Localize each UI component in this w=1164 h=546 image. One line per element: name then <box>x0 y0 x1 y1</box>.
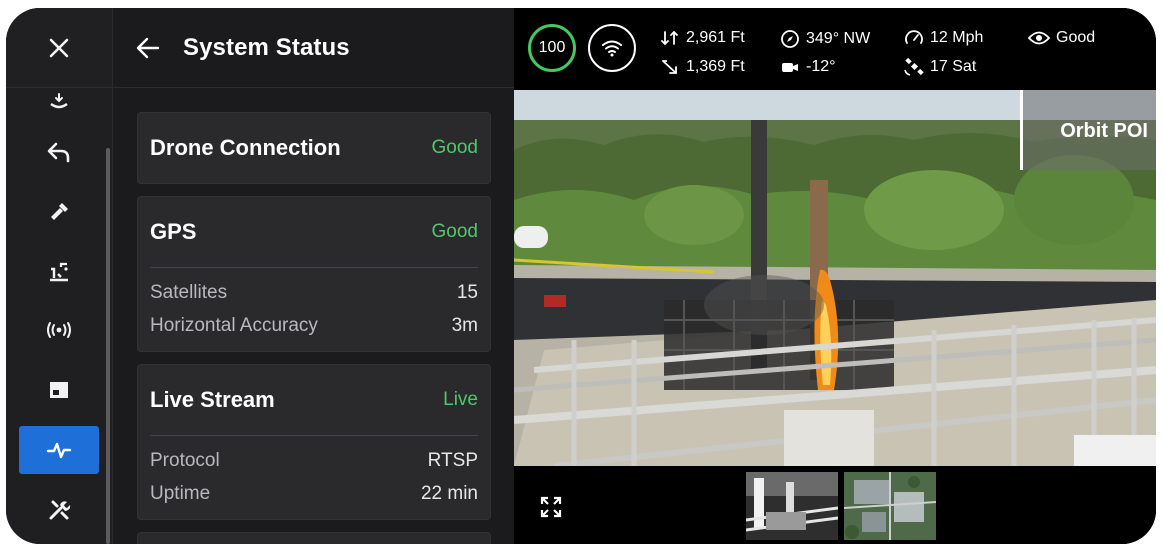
info-row: Protocol RTSP <box>150 450 478 483</box>
satellite-readout: 17 Sat <box>904 58 976 76</box>
side-rail <box>6 8 112 544</box>
visibility-value: Good <box>1056 29 1096 46</box>
row-value: 22 min <box>420 483 478 504</box>
activity-icon <box>46 442 72 459</box>
landing-icon <box>50 93 68 109</box>
altitude-value: 2,961 Ft <box>686 29 745 46</box>
orbit-poi-banner[interactable]: Orbit POI <box>1020 90 1156 170</box>
back-arrow-icon[interactable] <box>135 36 161 60</box>
row-label: Satellites <box>150 282 228 303</box>
rail-item-display[interactable] <box>19 366 99 414</box>
info-row: Uptime 22 min <box>150 483 478 516</box>
status-badge: Good <box>431 221 478 242</box>
row-label: Protocol <box>150 450 220 471</box>
rail-item-tools[interactable] <box>19 486 99 534</box>
speed-value: 12 Mph <box>930 29 984 46</box>
distance-icon <box>662 60 677 74</box>
card-live-stream: Live Stream Live Protocol RTSP Uptime 22… <box>137 364 491 520</box>
speedometer-icon <box>905 30 923 44</box>
panel-header: System Status <box>113 8 515 88</box>
distance-value: 1,369 Ft <box>686 58 745 75</box>
bottom-bar <box>514 466 1156 544</box>
row-value: 3m <box>451 315 478 336</box>
thermal-image <box>746 472 838 540</box>
card-title: GPS <box>150 219 197 244</box>
card-title: Live Stream <box>150 387 275 412</box>
display-icon <box>50 382 68 398</box>
app-window: System Status Drone Connection Good GPS … <box>6 8 1156 544</box>
altitude-readout: 2,961 Ft <box>660 29 745 47</box>
row-label: Horizontal Accuracy <box>150 315 318 336</box>
heading-value: 349° NW <box>806 30 871 47</box>
card-title: Drone Connection <box>150 135 341 160</box>
map-thumbnail[interactable] <box>844 472 936 540</box>
rail-item-mission[interactable] <box>19 248 99 296</box>
camera-feed[interactable]: Orbit POI <box>514 90 1156 466</box>
camera-icon <box>782 63 798 72</box>
row-value: RTSP <box>427 450 478 471</box>
rail-scrollbar[interactable] <box>106 148 110 544</box>
satellite-icon <box>904 58 924 76</box>
thermal-thumbnail[interactable] <box>746 472 838 540</box>
satellite-map-image <box>844 472 936 540</box>
broadcast-icon <box>47 322 71 338</box>
tools-icon <box>49 500 71 520</box>
speed-readout: 12 Mph <box>904 29 983 47</box>
page-title: System Status <box>183 34 350 61</box>
card-drone-connection: Drone Connection Good <box>137 112 491 184</box>
info-row: Satellites 15 <box>150 282 478 315</box>
satellite-value: 17 Sat <box>930 58 977 75</box>
rail-item-system-status[interactable] <box>19 426 99 474</box>
heading-readout: 349° NW <box>780 29 870 49</box>
rail-item-landing[interactable] <box>19 90 99 114</box>
rail-item-flashlight[interactable] <box>19 188 99 236</box>
flashlight-icon <box>51 203 68 220</box>
altitude-icon <box>661 30 678 46</box>
compass-icon <box>781 30 799 48</box>
eye-icon <box>1028 31 1050 45</box>
expand-icon[interactable] <box>540 496 562 518</box>
row-value: 15 <box>456 282 478 303</box>
orbit-poi-label: Orbit POI <box>1060 120 1148 142</box>
card-gps: GPS Good Satellites 15 Horizontal Accura… <box>137 196 491 352</box>
return-home-icon <box>47 142 70 163</box>
close-icon <box>49 38 69 57</box>
card-next <box>137 532 491 544</box>
telemetry-bar: 100 2,961 Ft 1,369 Ft 349° NW -12° 12 Mp… <box>514 8 1156 90</box>
system-status-panel: System Status Drone Connection Good GPS … <box>112 8 515 544</box>
battery-indicator: 100 <box>528 24 576 72</box>
close-button[interactable] <box>6 8 112 88</box>
rail-item-return-home[interactable] <box>19 128 99 176</box>
status-badge: Live <box>443 389 478 410</box>
gimbal-value: -12° <box>806 58 836 75</box>
rail-item-broadcast[interactable] <box>19 306 99 354</box>
video-view: 100 2,961 Ft 1,369 Ft 349° NW -12° 12 Mp… <box>514 8 1156 544</box>
distance-readout: 1,369 Ft <box>660 58 745 76</box>
mission-icon <box>50 262 68 282</box>
info-row: Horizontal Accuracy 3m <box>150 315 478 348</box>
row-label: Uptime <box>150 483 211 504</box>
signal-indicator <box>588 24 636 72</box>
gimbal-readout: -12° <box>780 58 836 76</box>
battery-level: 100 <box>538 39 566 56</box>
visibility-readout: Good <box>1028 29 1095 47</box>
wifi-icon <box>602 40 622 57</box>
status-badge: Good <box>431 137 478 158</box>
